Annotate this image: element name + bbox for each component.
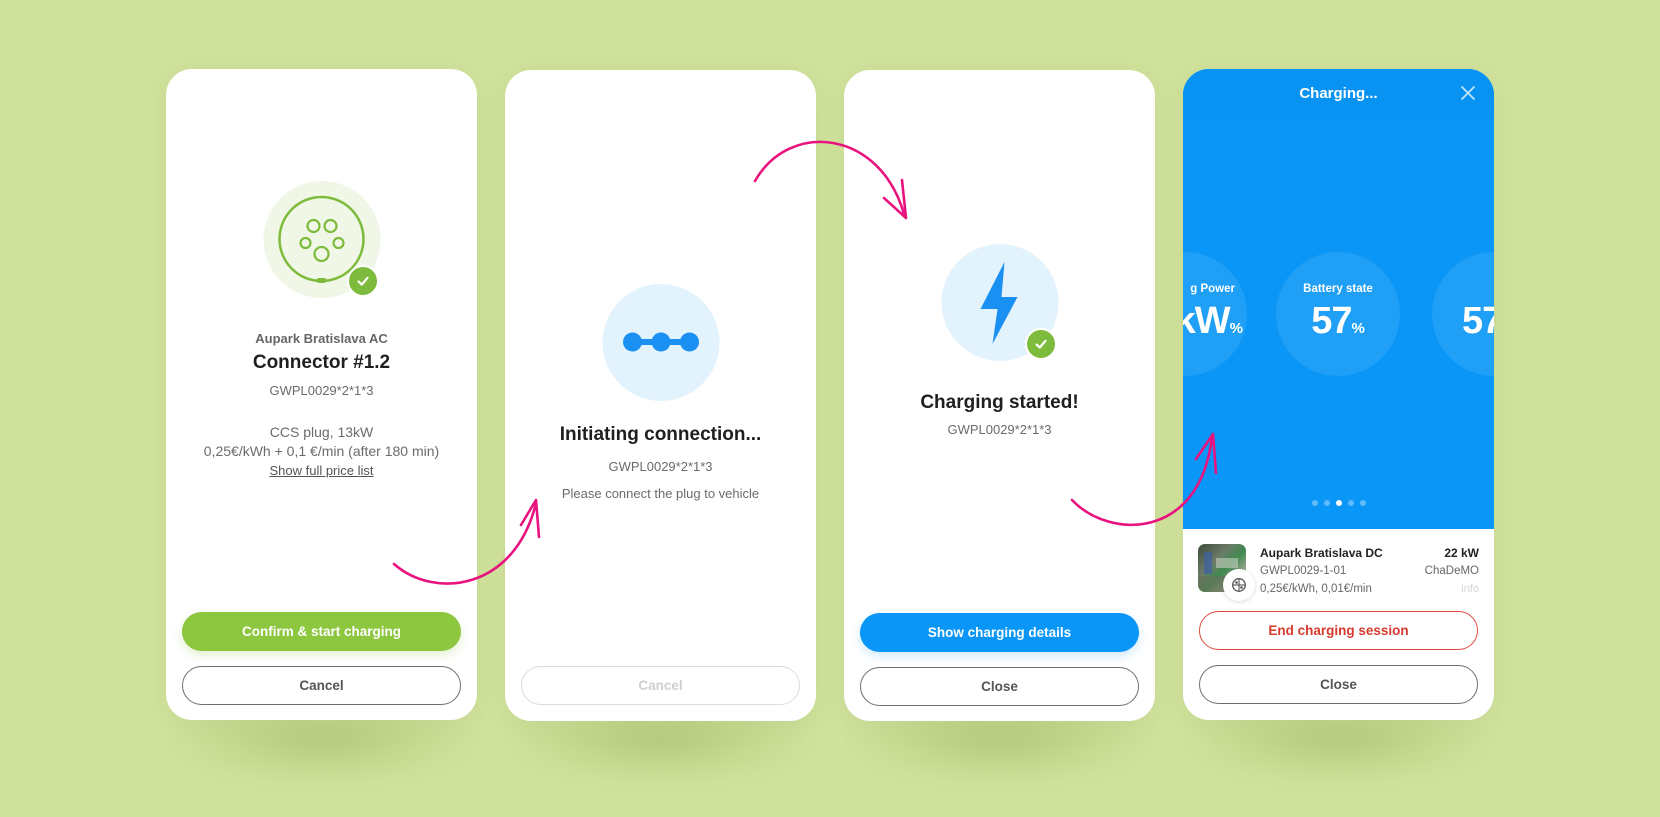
cancel-button[interactable]: Cancel [182,666,461,705]
cancel-button-disabled[interactable]: Cancel [521,666,800,705]
connecting-icon-circle [602,284,719,401]
metric-value: 57 [1462,300,1494,343]
price-info: 0,25€/kWh + 0,1 €/min (after 180 min) [203,443,440,459]
screen-title: Charging... [1299,85,1378,102]
check-icon [1035,339,1047,349]
price-link-row: Show full price list [166,462,477,480]
connecting-dots-icon [622,332,699,352]
metric-value: kW% [1183,300,1243,343]
carousel-dot[interactable] [1347,500,1354,506]
charging-session-screen: Charging... g Power kW% Battery state 57… [1183,69,1494,720]
station-code: GWPL0029-1-01 [1260,565,1347,577]
success-check-badge [1025,328,1057,360]
initiating-connection-screen: Initiating connection... GWPL0029*2*1*3 … [505,70,816,721]
success-check-badge [347,265,379,297]
connect-plug-message: Please connect the plug to vehicle [561,486,760,501]
station-power: 22 kW [1444,546,1479,560]
plug-type-badge [1223,569,1255,601]
close-button[interactable]: Close [1199,665,1478,704]
metric-unit: % [1229,320,1243,337]
station-name: Aupark Bratislava DC [1260,546,1383,560]
connector-type: ChaDeMO [1424,565,1479,577]
station-info-link[interactable]: info [1461,583,1479,595]
metric-number: 57 [1462,300,1494,342]
station-price: 0,25€/kWh, 0,01€/min [1260,583,1372,595]
charging-metrics-panel: Charging... g Power kW% Battery state 57… [1183,69,1494,529]
connector-title: Connector #1.2 [252,352,391,373]
chademo-plug-icon [1232,578,1246,592]
confirm-connector-screen: Aupark Bratislava AC Connector #1.2 GWPL… [166,69,477,720]
show-price-list-link[interactable]: Show full price list [269,463,373,478]
carousel-dot[interactable] [1323,500,1330,506]
metric-battery-state[interactable]: Battery state 57% [1276,252,1400,376]
close-icon[interactable] [1458,83,1478,103]
close-button[interactable]: Close [860,667,1139,706]
metric-value: 57% [1276,300,1400,343]
screen-header: Charging... [1183,69,1494,119]
connector-code: GWPL0029*2*1*3 [269,383,374,398]
carousel-dot[interactable] [1335,500,1342,506]
show-charging-details-button[interactable]: Show charging details [860,613,1139,652]
initiating-title: Initiating connection... [559,424,762,445]
metric-label: g Power [1190,283,1235,295]
carousel-dot[interactable] [1359,500,1366,506]
charging-started-screen: Charging started! GWPL0029*2*1*3 Show ch… [844,70,1155,721]
end-charging-session-button[interactable]: End charging session [1199,611,1478,650]
carousel-dot[interactable] [1311,500,1318,506]
metric-number: kW [1183,300,1231,342]
metric-unit: % [1351,320,1365,337]
check-icon [357,276,369,286]
metric-charging-power[interactable]: g Power kW% [1183,252,1247,376]
metric-label: Battery state [1303,283,1373,295]
confirm-start-charging-button[interactable]: Confirm & start charging [182,612,461,651]
metric-number: 57 [1311,300,1352,342]
charging-started-title: Charging started! [920,392,1079,413]
metric-time[interactable]: tim 57 [1432,252,1494,376]
plug-info: CCS plug, 13kW [269,424,374,440]
connector-code: GWPL0029*2*1*3 [608,459,713,474]
station-name: Aupark Bratislava AC [255,331,388,346]
connector-code: GWPL0029*2*1*3 [947,422,1052,437]
carousel-pagination [1183,500,1494,506]
